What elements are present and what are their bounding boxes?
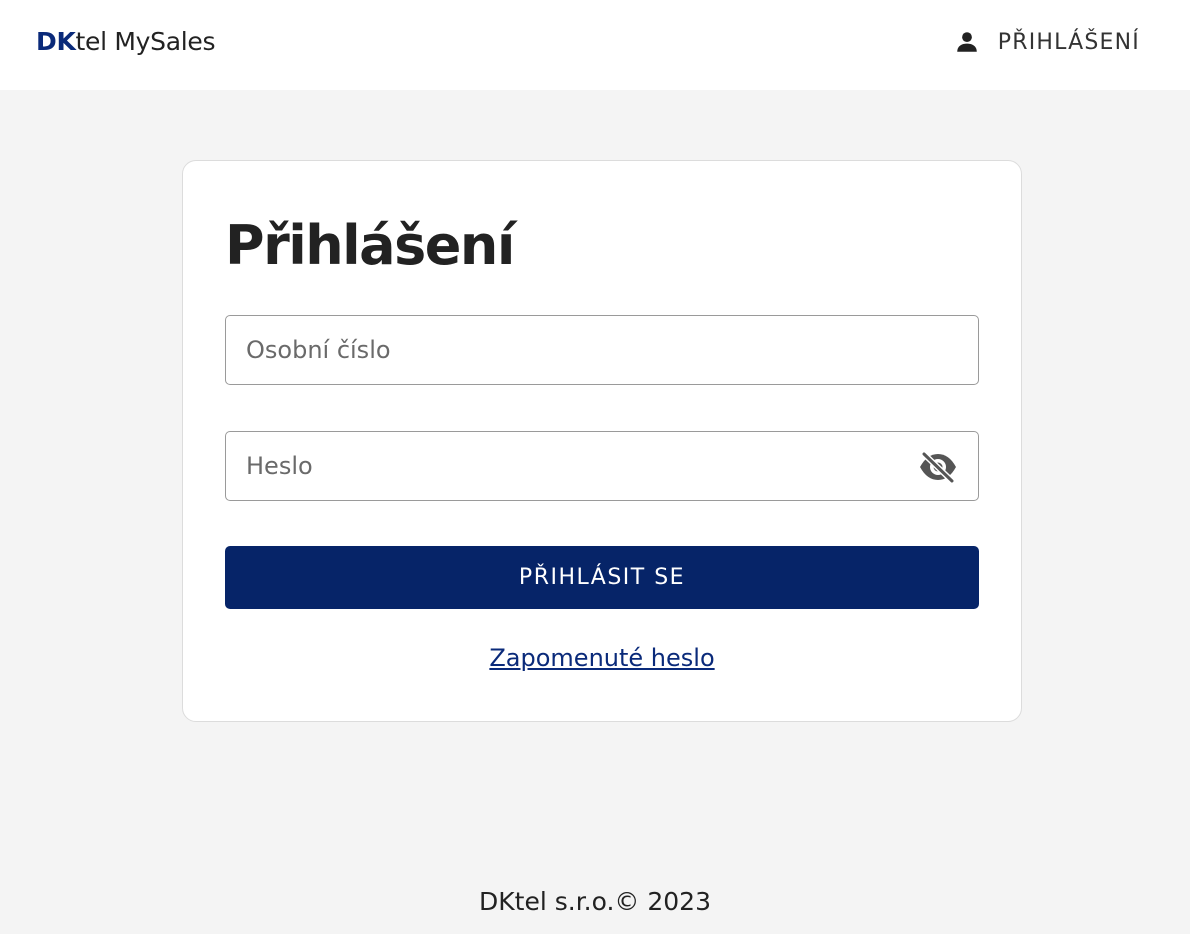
login-submit-button[interactable]: PŘIHLÁSIT SE xyxy=(225,546,979,609)
forgot-password-container: Zapomenuté heslo xyxy=(183,641,1021,675)
header-login-label: PŘIHLÁŠENÍ xyxy=(997,29,1140,55)
forgot-password-link[interactable]: Zapomenuté heslo xyxy=(489,644,714,672)
top-bar: DKtel MySales PŘIHLÁŠENÍ xyxy=(0,0,1190,90)
app-logo[interactable]: DKtel MySales xyxy=(36,27,216,57)
password-field[interactable] xyxy=(225,431,979,501)
page-title: Přihlášení xyxy=(225,214,515,277)
header-login-link[interactable]: PŘIHLÁŠENÍ xyxy=(954,27,1140,57)
eye-off-icon[interactable] xyxy=(918,449,958,485)
username-input[interactable] xyxy=(226,316,978,384)
username-field[interactable] xyxy=(225,315,979,385)
brand-prefix: DK xyxy=(36,27,76,56)
footer-copyright: DKtel s.r.o.© 2023 xyxy=(479,887,711,916)
person-icon xyxy=(954,29,980,55)
login-card: Přihlášení PŘIHLÁSIT SE Zapomenuté heslo xyxy=(182,160,1022,722)
brand-suffix: tel MySales xyxy=(75,27,216,56)
password-input[interactable] xyxy=(226,432,978,500)
